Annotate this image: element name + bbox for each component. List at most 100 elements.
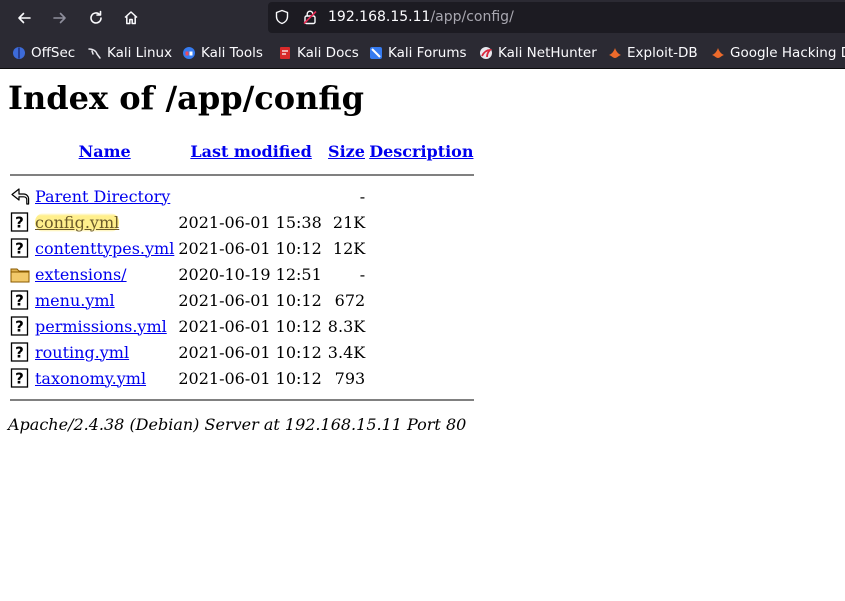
sort-by-name-link[interactable]: Name (79, 142, 131, 161)
forward-button[interactable] (48, 6, 72, 30)
bookmark-label: Kali Docs (297, 45, 359, 61)
icon-cell: ? (10, 313, 32, 339)
svg-text:?: ? (15, 214, 24, 232)
file-link-routing-yml[interactable]: routing.yml (35, 343, 129, 362)
modified-cell: 2021-06-01 10:12 (178, 290, 322, 310)
icon-cell: ? (10, 287, 32, 313)
table-row: ? permissions.yml 2021-06-01 10:12 8.3K (10, 313, 474, 339)
page-content: Index of /app/config Name Last modified … (0, 69, 845, 601)
description-column-header[interactable]: Description (368, 135, 474, 167)
name-cell: routing.yml (34, 339, 175, 365)
sort-by-modified-link[interactable]: Last modified (190, 142, 311, 161)
bookmark-offsec[interactable]: OffSec (12, 44, 75, 62)
name-column-header[interactable]: Name (34, 135, 175, 167)
description-cell (368, 365, 474, 391)
svg-text:?: ? (15, 370, 24, 388)
icon-cell: ? (10, 235, 32, 261)
back-button[interactable] (12, 6, 36, 30)
folder-link-extensions[interactable]: extensions/ (35, 265, 127, 284)
url-bar[interactable]: 192.168.15.11/app/config/ (268, 2, 845, 33)
description-cell (368, 235, 474, 261)
bookmark-label: Kali Linux (107, 45, 173, 61)
file-link-permissions-yml[interactable]: permissions.yml (35, 317, 167, 336)
bookmark-exploit-db[interactable]: Exploit-DB (608, 44, 698, 62)
arrow-right-icon (53, 12, 66, 24)
highlight-mark: config.yml (35, 212, 120, 232)
bookmark-kali-tools[interactable]: Kali Tools (182, 44, 263, 62)
table-row: extensions/ 2020-10-19 12:51 - (10, 261, 474, 287)
sort-by-description-link[interactable]: Description (369, 142, 473, 161)
directory-listing: Name Last modified Size Description Pare… (8, 135, 476, 407)
insecure-lock-icon[interactable] (302, 9, 318, 25)
svg-text:?: ? (15, 344, 24, 362)
kali-forums-icon (370, 47, 382, 59)
url-host: 192.168.15.11 (328, 9, 431, 25)
size-cell: 12K (332, 238, 366, 258)
separator-line (10, 174, 475, 176)
shield-icon[interactable] (274, 9, 290, 25)
url-text[interactable]: 192.168.15.11/app/config/ (328, 9, 514, 25)
size-cell: 21K (332, 212, 366, 232)
file-link-contenttypes-yml[interactable]: contenttypes.yml (35, 239, 174, 258)
icon-cell: ? (10, 339, 32, 365)
unknown-file-icon: ? (10, 368, 29, 388)
table-row: ? menu.yml 2021-06-01 10:12 672 (10, 287, 474, 313)
size-column-header[interactable]: Size (327, 135, 366, 167)
sort-by-size-link[interactable]: Size (328, 142, 365, 161)
bookmark-label: Google Hacking D (730, 45, 845, 61)
svg-text:?: ? (15, 318, 24, 336)
size-cell: - (359, 264, 366, 284)
bookmark-label: Kali Forums (388, 45, 467, 61)
table-row: ? contenttypes.yml 2021-06-01 10:12 12K (10, 235, 474, 261)
header-row: Name Last modified Size Description (10, 135, 474, 167)
name-cell: permissions.yml (34, 313, 175, 339)
exploit-db-icon (609, 48, 621, 58)
table-row: Parent Directory - (10, 183, 474, 209)
modified-cell (177, 183, 324, 209)
bookmark-kali-nethunter[interactable]: Kali NetHunter (479, 44, 597, 62)
table-row: ? routing.yml 2021-06-01 10:12 3.4K (10, 339, 474, 365)
modified-cell: 2021-06-01 10:12 (178, 238, 322, 258)
name-cell: contenttypes.yml (34, 235, 175, 261)
size-cell: 672 (334, 290, 366, 310)
home-button[interactable] (119, 6, 143, 30)
bookmark-google-hacking-db[interactable]: Google Hacking D (711, 44, 845, 62)
ghdb-icon (712, 48, 724, 58)
unknown-file-icon: ? (10, 316, 29, 336)
modified-cell: 2021-06-01 10:12 (178, 368, 322, 388)
file-link-menu-yml[interactable]: menu.yml (35, 291, 115, 310)
bookmark-kali-docs[interactable]: Kali Docs (278, 44, 359, 62)
modified-cell: 2021-06-01 10:12 (178, 316, 322, 336)
bookmarks-bar: OffSec Kali Linux Kali Tools Kali Docs K… (0, 36, 845, 69)
reload-button[interactable] (84, 6, 108, 30)
url-path: /app/config/ (430, 9, 514, 25)
offsec-icon (13, 47, 25, 59)
file-link-taxonomy-yml[interactable]: taxonomy.yml (35, 369, 146, 388)
nethunter-icon (480, 47, 493, 59)
description-cell (368, 313, 474, 339)
name-cell: menu.yml (34, 287, 175, 313)
description-cell (368, 261, 474, 287)
parent-directory-link[interactable]: Parent Directory (35, 187, 170, 206)
icon-cell: ? (10, 365, 32, 391)
modified-column-header[interactable]: Last modified (177, 135, 324, 167)
bookmark-kali-linux[interactable]: Kali Linux (88, 44, 172, 62)
server-signature: Apache/2.4.38 (Debian) Server at 192.168… (8, 415, 467, 434)
file-link-config-yml[interactable]: config.yml (35, 213, 119, 232)
icon-cell (10, 183, 32, 209)
table-row: ? taxonomy.yml 2021-06-01 10:12 793 (10, 365, 474, 391)
folder-icon (10, 268, 30, 283)
bookmark-label: Kali Tools (201, 45, 263, 61)
size-cell: 793 (334, 368, 366, 388)
parent-directory-icon (11, 188, 30, 205)
bookmark-kali-forums[interactable]: Kali Forums (369, 44, 467, 62)
size-cell: 8.3K (327, 316, 366, 336)
modified-cell: 2021-06-01 15:38 (178, 212, 322, 232)
description-cell (368, 183, 474, 209)
browser-toolbar: 192.168.15.11/app/config/ (0, 0, 845, 36)
separator-row (10, 167, 475, 183)
kali-dragon-icon (88, 48, 101, 59)
reload-icon (90, 10, 102, 24)
kali-tools-icon (183, 47, 195, 59)
size-cell: - (359, 186, 366, 206)
